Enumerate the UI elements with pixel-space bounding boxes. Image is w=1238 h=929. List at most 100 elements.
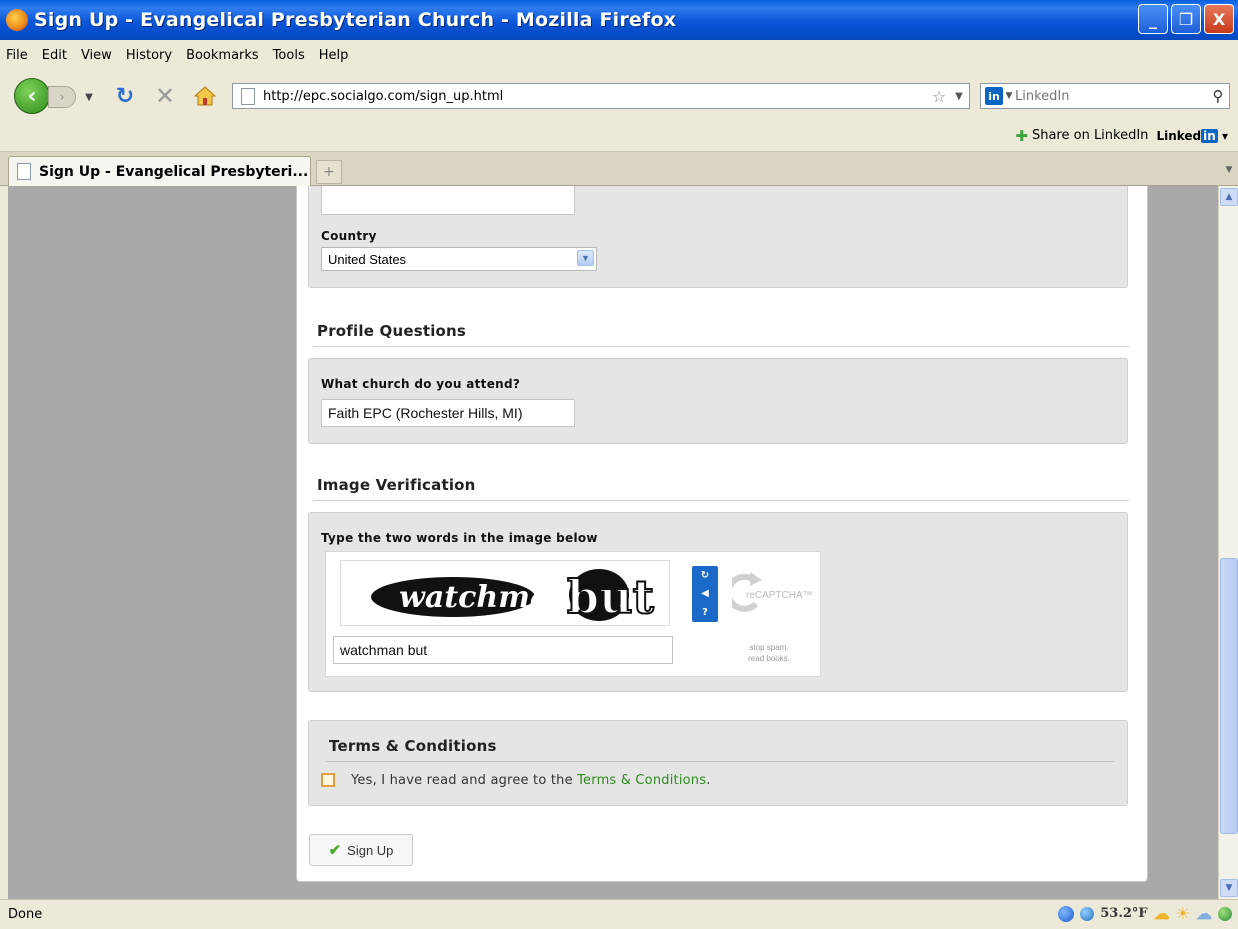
status-bar: Done 53.2°F ☁ ☀ ☁ xyxy=(0,899,1238,929)
country-label: Country xyxy=(321,229,377,243)
vertical-scrollbar[interactable]: ▲ ▼ xyxy=(1218,186,1238,899)
linkedin-engine-icon[interactable]: in xyxy=(985,87,1003,105)
recaptcha-tagline: stop spam. read books. xyxy=(734,642,804,664)
tab-strip: Sign Up - Evangelical Presbyteri... + ▼ xyxy=(0,152,1238,186)
recaptcha-logo: reCAPTCHA™ xyxy=(725,568,814,618)
terms-period: . xyxy=(706,773,711,788)
minimize-button[interactable]: _ xyxy=(1138,4,1168,34)
help-icon[interactable]: ? xyxy=(702,607,708,618)
recaptcha-widget: watchman but ↻ ◀ ? reCAPTCHA™ watchman b… xyxy=(325,551,821,677)
temperature-readout[interactable]: 53.2°F xyxy=(1100,906,1147,921)
refresh-icon[interactable]: ↻ xyxy=(701,570,709,581)
firefox-logo-icon xyxy=(6,9,28,31)
scrollbar-thumb[interactable] xyxy=(1220,558,1238,834)
captcha-image: watchman but xyxy=(340,560,670,626)
chevron-down-icon[interactable]: ▼ xyxy=(577,250,594,266)
audio-icon[interactable]: ◀ xyxy=(701,588,709,599)
location-field[interactable] xyxy=(321,186,575,215)
captcha-controls: ↻ ◀ ? xyxy=(692,566,718,622)
search-icon[interactable]: ⚲ xyxy=(1207,87,1229,105)
recaptcha-tagline-2: read books. xyxy=(748,654,790,663)
address-bar[interactable]: http://epc.socialgo.com/sign_up.html ☆ ▼ xyxy=(232,83,970,109)
checkmark-icon: ✔ xyxy=(328,842,342,859)
maximize-button[interactable]: ❐ xyxy=(1171,4,1201,34)
section-divider xyxy=(313,346,1129,347)
terms-heading: Terms & Conditions xyxy=(329,737,497,755)
church-label: What church do you attend? xyxy=(321,377,521,391)
page-viewport: Country United States ▼ Profile Question… xyxy=(8,186,1218,899)
profile-questions-heading: Profile Questions xyxy=(317,322,467,340)
new-tab-button[interactable]: + xyxy=(316,160,342,184)
image-verification-heading: Image Verification xyxy=(317,476,476,494)
sign-up-button[interactable]: ✔ Sign Up xyxy=(309,834,413,866)
forward-button[interactable]: › xyxy=(48,86,76,108)
search-input[interactable] xyxy=(1015,88,1207,104)
cloud-icon[interactable]: ☁ xyxy=(1196,904,1212,923)
search-engine-dropdown-icon[interactable]: ▼ xyxy=(1003,91,1015,101)
page-icon xyxy=(17,163,31,180)
tab-label: Sign Up - Evangelical Presbyteri... xyxy=(39,163,309,180)
location-section: Country United States ▼ xyxy=(308,186,1128,288)
page-icon xyxy=(241,87,255,105)
image-verification-section: Type the two words in the image below wa… xyxy=(308,512,1128,692)
sign-up-label: Sign Up xyxy=(347,842,394,858)
url-text[interactable]: http://epc.socialgo.com/sign_up.html xyxy=(263,89,929,104)
terms-checkbox[interactable] xyxy=(321,773,335,787)
sun-icon[interactable]: ☀ xyxy=(1176,904,1190,923)
status-tray: 53.2°F ☁ ☀ ☁ xyxy=(1058,904,1232,923)
status-text: Done xyxy=(8,907,43,922)
home-icon[interactable] xyxy=(192,82,218,110)
plus-icon: ✚ xyxy=(1015,126,1028,145)
terms-text: Yes, I have read and agree to the xyxy=(351,773,573,788)
tab-sign-up[interactable]: Sign Up - Evangelical Presbyteri... xyxy=(8,156,311,186)
history-dropdown-icon[interactable]: ▼ xyxy=(82,86,96,108)
menu-bookmarks[interactable]: Bookmarks xyxy=(186,48,259,63)
signup-panel: Country United States ▼ Profile Question… xyxy=(296,186,1148,882)
menu-bar: File Edit View History Bookmarks Tools H… xyxy=(0,40,1238,70)
linkedin-brand-text: Linked xyxy=(1156,128,1202,143)
captcha-word-1: watchman xyxy=(399,580,571,615)
captcha-label: Type the two words in the image below xyxy=(321,531,598,545)
globe-icon[interactable] xyxy=(1218,906,1232,921)
weather-clock-icon[interactable] xyxy=(1080,906,1095,921)
share-on-linkedin-button[interactable]: Share on LinkedIn xyxy=(1032,128,1148,143)
window-title: Sign Up - Evangelical Presbyterian Churc… xyxy=(34,9,677,31)
church-input[interactable]: Faith EPC (Rochester Hills, MI) xyxy=(321,399,575,427)
captcha-word-2: but xyxy=(567,570,655,624)
scroll-up-icon[interactable]: ▲ xyxy=(1220,188,1238,206)
share-toolbar: ✚ Share on LinkedIn Linked in ▾ xyxy=(0,120,1238,152)
stop-icon[interactable]: ✕ xyxy=(152,82,178,110)
window-title-bar: Sign Up - Evangelical Presbyterian Churc… xyxy=(0,0,1238,40)
scroll-down-icon[interactable]: ▼ xyxy=(1220,879,1238,897)
recaptcha-brand: reCAPTCHA™ xyxy=(746,590,813,601)
country-select[interactable]: United States ▼ xyxy=(321,247,597,271)
url-dropdown-icon[interactable]: ▼ xyxy=(949,91,969,102)
search-bar[interactable]: in ▼ ⚲ xyxy=(980,83,1230,109)
menu-view[interactable]: View xyxy=(81,48,112,63)
menu-history[interactable]: History xyxy=(126,48,172,63)
recaptcha-tagline-1: stop spam. xyxy=(749,643,789,652)
window-controls: _ ❐ X xyxy=(1138,4,1234,34)
back-button[interactable]: ‹ xyxy=(14,78,50,114)
navigation-toolbar: ‹ › ▼ ↻ ✕ http://epc.socialgo.com/sign_u… xyxy=(0,70,1238,120)
terms-link[interactable]: Terms & Conditions xyxy=(577,773,706,788)
captcha-input[interactable]: watchman but xyxy=(333,636,673,664)
menu-file[interactable]: File xyxy=(6,48,28,63)
bookmark-star-icon[interactable]: ☆ xyxy=(929,87,949,106)
close-button[interactable]: X xyxy=(1204,4,1234,34)
profile-questions-section: What church do you attend? Faith EPC (Ro… xyxy=(308,358,1128,444)
reload-icon[interactable]: ↻ xyxy=(112,82,138,110)
status-bubble-icon[interactable] xyxy=(1058,905,1075,922)
terms-statement: Yes, I have read and agree to the Terms … xyxy=(351,773,711,788)
menu-tools[interactable]: Tools xyxy=(273,48,305,63)
tab-list-dropdown-icon[interactable]: ▼ xyxy=(1220,156,1238,184)
terms-section: Terms & Conditions Yes, I have read and … xyxy=(308,720,1128,806)
menu-help[interactable]: Help xyxy=(319,48,349,63)
captcha-picture: watchman but xyxy=(371,569,656,625)
section-divider xyxy=(325,761,1115,762)
linkedin-brand[interactable]: Linked in ▾ xyxy=(1156,128,1228,143)
linkedin-in-icon: in xyxy=(1201,128,1218,143)
cloud-icon[interactable]: ☁ xyxy=(1154,904,1170,923)
country-value: United States xyxy=(328,251,407,267)
menu-edit[interactable]: Edit xyxy=(42,48,67,63)
